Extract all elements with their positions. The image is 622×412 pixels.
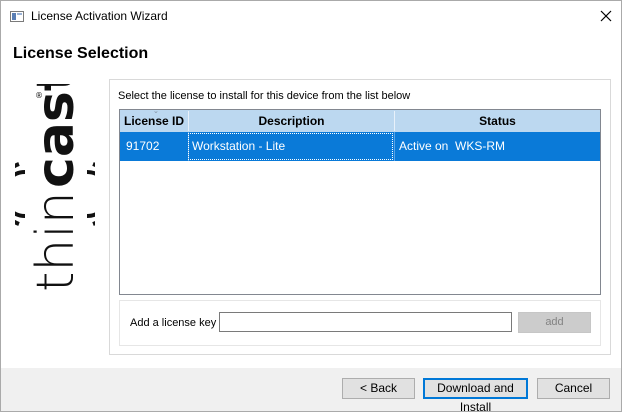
window-title: License Activation Wizard (31, 9, 168, 23)
cell-license-id: 91702 (126, 139, 160, 153)
license-key-label: Add a license key (130, 317, 217, 329)
column-license-id-label: License ID (123, 114, 185, 128)
table-row[interactable]: 91702 Workstation - Lite Active on WKS-R… (120, 132, 600, 161)
thincast-logo: thin cast ® (0, 66, 116, 294)
logo-text-thin: thin (26, 191, 86, 292)
cell-divider (394, 132, 395, 161)
close-button[interactable] (591, 1, 621, 32)
license-panel: Select the license to install for this d… (109, 79, 611, 355)
title-bar[interactable]: License Activation Wizard (1, 1, 621, 32)
cancel-button[interactable]: Cancel (537, 378, 610, 399)
thincast-logo-graphic: thin cast ® (0, 66, 116, 292)
sort-indicator-icon: ⌄ (153, 108, 159, 115)
download-install-button-label: Download and Install (437, 381, 514, 412)
license-key-group: Add a license key add (119, 300, 601, 346)
wizard-content: thin cast ® Select the license to instal… (0, 66, 621, 368)
add-license-button[interactable]: add (518, 312, 591, 333)
cancel-button-label: Cancel (554, 381, 593, 395)
column-description-label: Description (258, 114, 325, 128)
cell-description: Workstation - Lite (192, 139, 286, 153)
license-key-input[interactable] (219, 312, 512, 332)
page-title: License Selection (13, 45, 149, 62)
back-button-label: < Back (359, 381, 398, 395)
license-list[interactable]: ⌄ License ID Description Status 91702 Wo… (119, 108, 601, 295)
wizard-footer: < Back Download and Install Cancel (1, 368, 621, 412)
back-button[interactable]: < Back (342, 378, 415, 399)
column-status-label: Status (479, 114, 516, 128)
registered-mark: ® (35, 91, 43, 100)
wizard-window: License Activation Wizard License Select… (0, 0, 622, 412)
list-header: ⌄ License ID Description Status (120, 108, 600, 132)
column-license-id[interactable]: ⌄ License ID (120, 108, 188, 132)
download-install-button[interactable]: Download and Install (423, 378, 528, 412)
app-window-icon (10, 11, 24, 22)
close-icon (600, 10, 612, 22)
cell-status: Active on WKS-RM (399, 139, 506, 153)
column-status[interactable]: Status (395, 110, 600, 132)
wizard-header: License Selection (1, 32, 621, 70)
column-description[interactable]: Description (189, 110, 394, 132)
instruction-text: Select the license to install for this d… (118, 90, 411, 102)
